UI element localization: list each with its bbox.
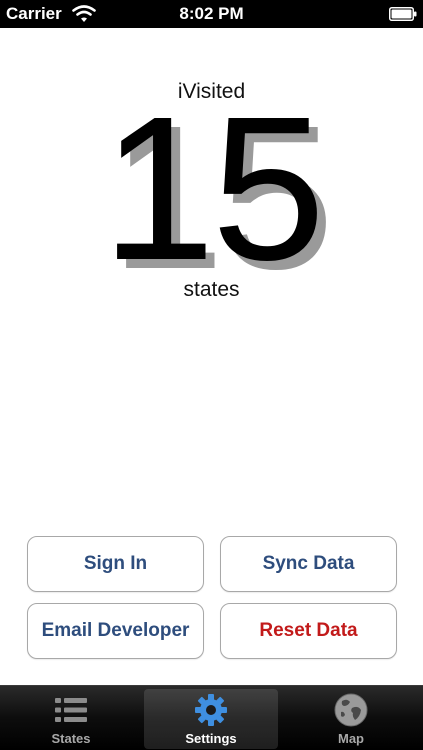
settings-screen: iVisited 15 15 states Sign In Sync Data … [0, 28, 423, 685]
visited-count-number: 15 [101, 74, 325, 303]
email-developer-button[interactable]: Email Developer [27, 603, 204, 659]
list-icon [55, 698, 87, 722]
tab-states[interactable]: States [4, 689, 138, 749]
status-bar: Carrier 8:02 PM [0, 0, 423, 28]
tab-states-label: States [51, 731, 91, 746]
count-unit-label: states [183, 278, 240, 301]
visited-count: 15 15 [0, 74, 423, 303]
gear-icon [195, 694, 227, 726]
tab-settings-label: Settings [185, 731, 237, 746]
tab-map-label: Map [338, 731, 364, 746]
tab-map[interactable]: Map [284, 689, 418, 749]
sync-data-button[interactable]: Sync Data [220, 536, 397, 592]
reset-data-button[interactable]: Reset Data [220, 603, 397, 659]
tab-settings[interactable]: Settings [144, 689, 278, 749]
status-time: 8:02 PM [179, 4, 244, 23]
tab-bar: States Settings Map [0, 685, 423, 750]
globe-icon [334, 693, 368, 727]
battery-icon [389, 7, 417, 21]
sign-in-button[interactable]: Sign In [27, 536, 204, 592]
